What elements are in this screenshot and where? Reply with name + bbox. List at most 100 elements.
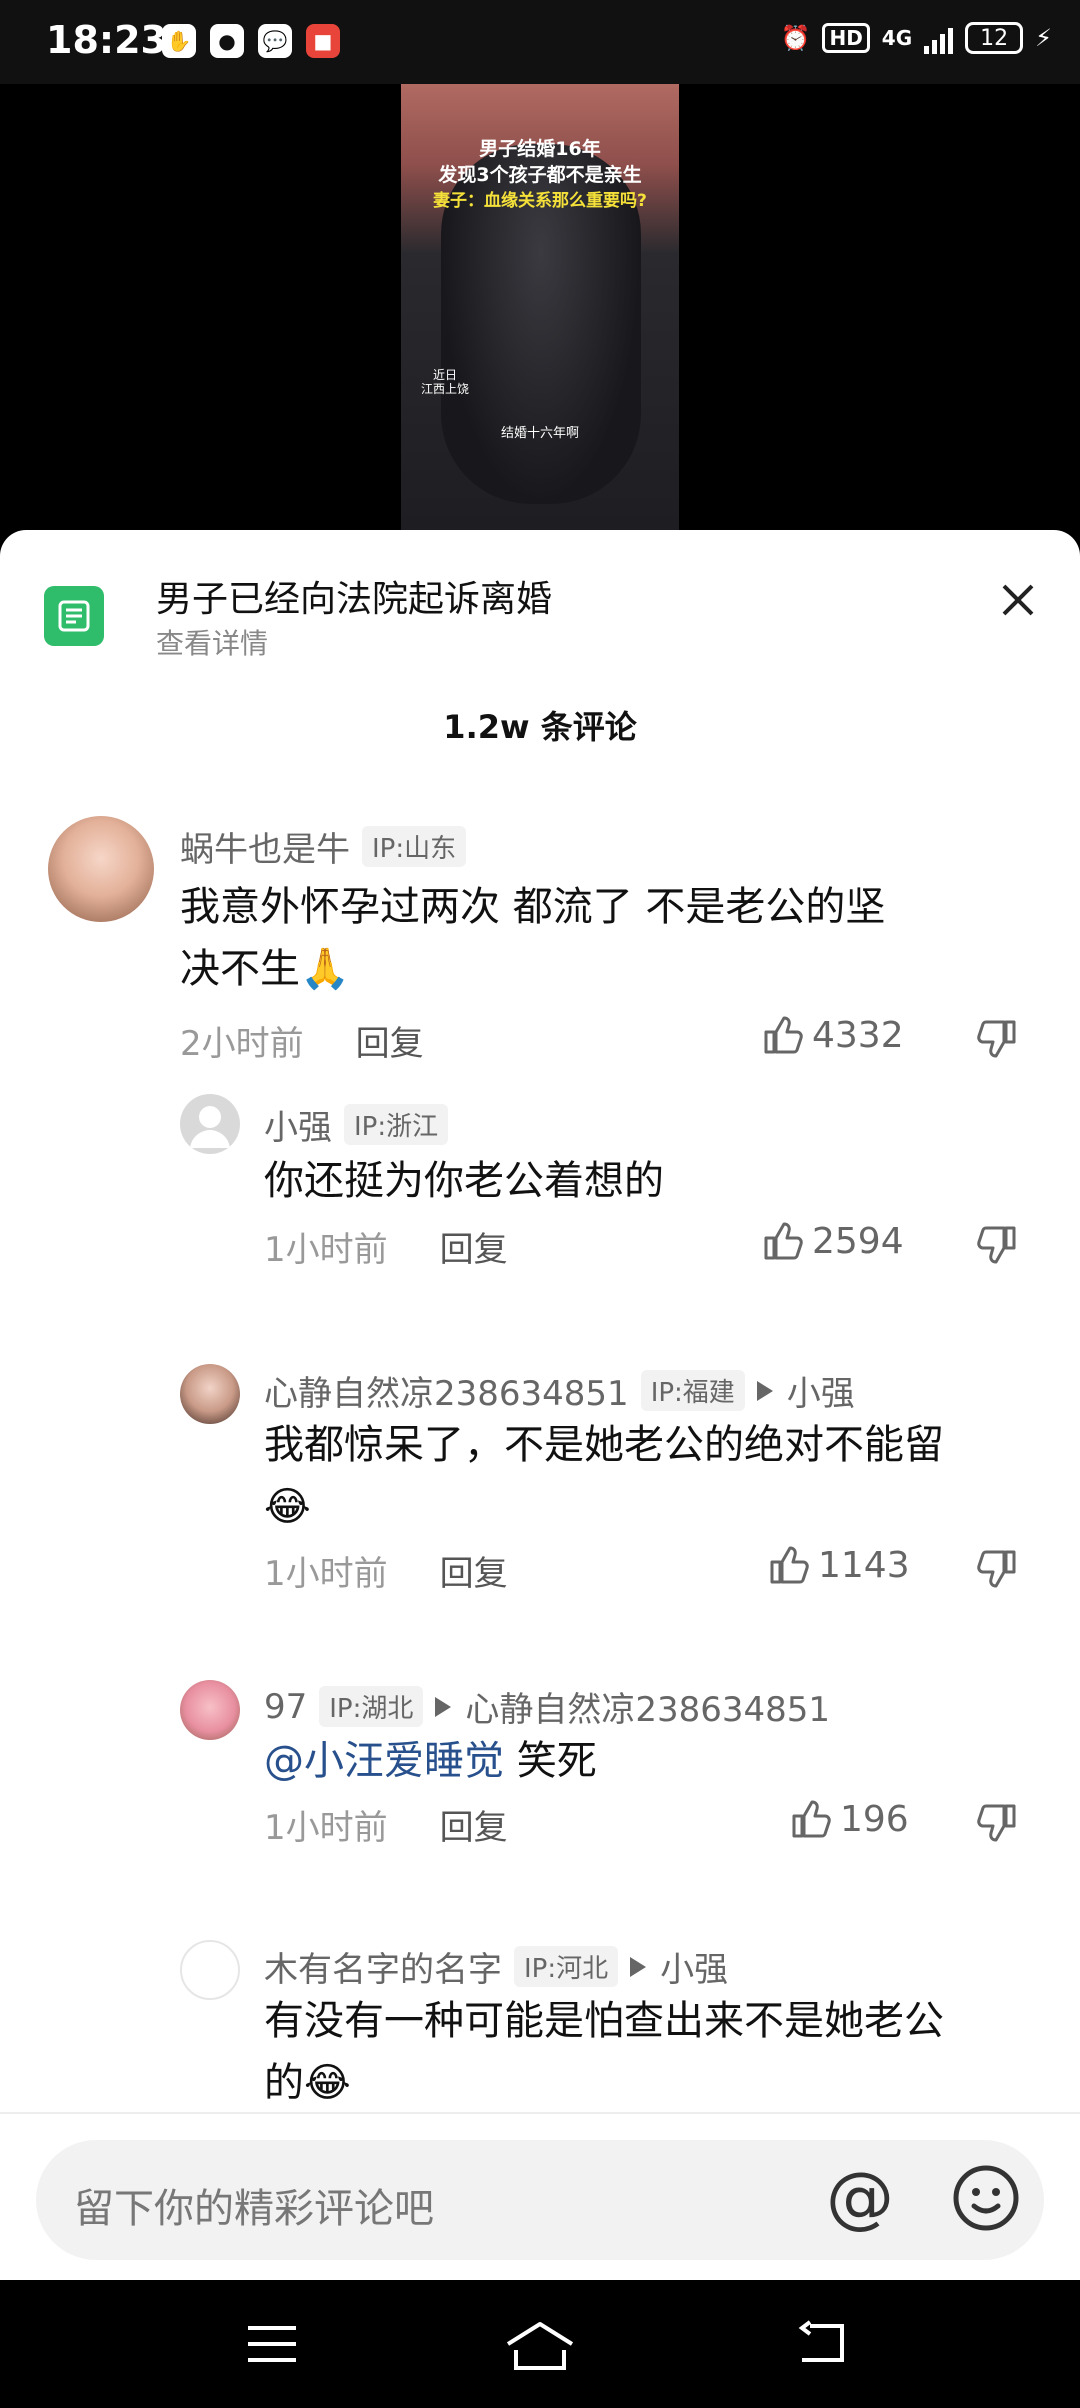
like-count: 2594 xyxy=(812,1220,904,1262)
reply-button[interactable]: 回复 xyxy=(356,1016,424,1065)
comment-time: 1小时前 xyxy=(264,1808,388,1848)
dislike-button[interactable] xyxy=(976,1018,1018,1064)
thumbs-up-icon xyxy=(792,1800,831,1838)
reply-item: 木有名字的名字 IP:河北 小强 有没有一种可能是怕查出来不是她老公 的😂 xyxy=(0,1880,1080,2112)
ip-badge: IP:河北 xyxy=(514,1946,619,1987)
like-button[interactable]: 196 xyxy=(790,1798,909,1840)
signal-icon xyxy=(924,22,954,54)
notification-icons: ✋ ● 💬 ■ xyxy=(162,24,340,58)
topic-title: 男子已经向法院起诉离婚 xyxy=(156,579,553,620)
app-notification-icon: ✋ xyxy=(162,24,196,58)
comment-author[interactable]: 97 IP:湖北 心静自然凉238634851 xyxy=(264,1682,830,1731)
reply-target-name[interactable]: 小强 xyxy=(787,1366,855,1415)
avatar[interactable] xyxy=(180,1364,240,1424)
comment-count: 1.2w 条评论 xyxy=(443,708,637,746)
reply-item: 心静自然凉238634851 IP:福建 小强 我都惊呆了，不是她老公的绝对不能… xyxy=(0,1310,1080,1630)
avatar[interactable] xyxy=(180,1940,240,2000)
thumbs-up-icon xyxy=(764,1222,803,1260)
author-name[interactable]: 蜗牛也是牛 xyxy=(180,822,350,871)
charging-icon: ⚡ xyxy=(1035,24,1052,52)
comment-text-line: 决不生🙏 xyxy=(180,946,350,992)
topic-header[interactable]: 男子已经向法院起诉离婚 查看详情 xyxy=(0,530,1080,670)
comment-text-line: 😂 xyxy=(264,1484,311,1530)
video-thumbnail[interactable]: 男子结婚16年 发现3个孩子都不是亲生 妻子：血缘关系那么重要吗? 近日 江西上… xyxy=(401,84,679,530)
red-app-icon: ■ xyxy=(306,24,340,58)
system-nav-bar xyxy=(0,2280,1080,2408)
reply-target[interactable]: 心静自然凉238634851 xyxy=(435,1682,830,1731)
close-icon xyxy=(1002,584,1034,616)
comment-time: 1小时前 xyxy=(264,1230,388,1270)
comment-text: @小汪爱睡觉 笑死 xyxy=(264,1730,1044,1792)
reply-arrow-icon xyxy=(756,1380,773,1401)
reply-item: 97 IP:湖北 心静自然凉238634851 @小汪爱睡觉 笑死 1小时前 回… xyxy=(0,1630,1080,1880)
ip-badge: IP:湖北 xyxy=(319,1686,424,1727)
comment-sheet: 男子已经向法院起诉离婚 查看详情 1.2w 条评论 蜗牛也是牛 IP:山东 我意… xyxy=(0,530,1080,2280)
ip-badge: IP:浙江 xyxy=(344,1104,449,1145)
video-location: 近日 江西上饶 xyxy=(421,368,469,396)
user-mention[interactable]: @小汪爱睡觉 xyxy=(264,1738,504,1784)
close-button[interactable] xyxy=(988,570,1048,630)
comment-author[interactable]: 木有名字的名字 IP:河北 小强 xyxy=(264,1942,728,1991)
video-location-line2: 江西上饶 xyxy=(421,382,470,396)
ip-badge: IP:山东 xyxy=(362,826,467,867)
reply-arrow-icon xyxy=(630,1956,647,1977)
reply-button[interactable]: 回复 xyxy=(440,1800,508,1849)
reply-button[interactable]: 回复 xyxy=(440,1546,508,1595)
battery-icon: 12 xyxy=(965,22,1024,54)
reply-target[interactable]: 小强 xyxy=(630,1942,728,1991)
avatar[interactable] xyxy=(48,816,154,922)
thumbs-down-icon xyxy=(977,1804,1016,1842)
topic-details-link[interactable]: 查看详情 xyxy=(156,622,268,662)
video-subtitle: 结婚十六年啊 xyxy=(500,426,579,441)
comment-text: 有没有一种可能是怕查出来不是她老公 的😂 xyxy=(264,1990,1054,2114)
alarm-icon: ⏰ xyxy=(780,24,811,52)
back-icon xyxy=(798,2320,844,2362)
author-name[interactable]: 小强 xyxy=(264,1100,332,1149)
back-button[interactable] xyxy=(796,2320,850,2372)
reply-target-name[interactable]: 心静自然凉238634851 xyxy=(465,1682,830,1731)
video-area[interactable]: 男子结婚16年 发现3个孩子都不是亲生 妻子：血缘关系那么重要吗? 近日 江西上… xyxy=(0,84,1080,530)
comment-input[interactable]: 留下你的精彩评论吧 @ xyxy=(36,2140,1044,2260)
reply-arrow-icon xyxy=(435,1696,452,1717)
document-icon xyxy=(44,586,104,646)
status-time: 18:23 xyxy=(46,18,167,62)
dislike-button[interactable] xyxy=(976,1802,1018,1848)
comment-text-line: 我都惊呆了，不是她老公的绝对不能留 xyxy=(264,1422,944,1468)
home-icon xyxy=(506,2322,574,2370)
thumbs-up-icon xyxy=(770,1546,809,1584)
message-icon: 💬 xyxy=(258,24,292,58)
dislike-button[interactable] xyxy=(976,1548,1018,1594)
emoji-icon xyxy=(953,2165,1019,2231)
comment-meta: 1小时前 回复 xyxy=(264,1222,508,1271)
like-button[interactable]: 2594 xyxy=(762,1220,904,1262)
author-name[interactable]: 97 xyxy=(264,1687,307,1727)
avatar[interactable] xyxy=(180,1094,240,1154)
avatar[interactable] xyxy=(180,1680,240,1740)
author-name[interactable]: 心静自然凉238634851 xyxy=(264,1366,629,1415)
like-button[interactable]: 4332 xyxy=(762,1014,904,1056)
emoji-button[interactable] xyxy=(950,2162,1022,2238)
comment-text-line: 笑死 xyxy=(504,1738,597,1784)
comment-meta: 1小时前 回复 xyxy=(264,1800,508,1849)
like-button[interactable]: 1143 xyxy=(768,1544,910,1586)
menu-button[interactable] xyxy=(246,2320,298,2372)
reply-target-name[interactable]: 小强 xyxy=(660,1942,728,1991)
wechat-icon: ● xyxy=(210,24,244,58)
comment-author[interactable]: 小强 IP:浙江 xyxy=(264,1100,449,1149)
comment-text-line: 有没有一种可能是怕查出来不是她老公 xyxy=(264,1998,944,2044)
network-type: 4G xyxy=(881,26,913,50)
home-button[interactable] xyxy=(504,2320,576,2376)
video-title-line1: 男子结婚16年 xyxy=(479,138,601,160)
author-name[interactable]: 木有名字的名字 xyxy=(264,1942,502,1991)
comment-text-line: 你还挺为你老公着想的 xyxy=(264,1158,664,1204)
reply-target[interactable]: 小强 xyxy=(756,1366,855,1415)
reply-button[interactable]: 回复 xyxy=(440,1222,508,1271)
comment-text: 你还挺为你老公着想的 xyxy=(264,1150,1044,1212)
dislike-button[interactable] xyxy=(976,1224,1018,1270)
comment-author[interactable]: 蜗牛也是牛 IP:山东 xyxy=(180,822,467,871)
video-location-line1: 近日 xyxy=(433,368,458,382)
menu-icon xyxy=(248,2326,296,2362)
comment-text: 我都惊呆了，不是她老公的绝对不能留 😂 xyxy=(264,1414,1054,1538)
comment-author[interactable]: 心静自然凉238634851 IP:福建 小强 xyxy=(264,1366,855,1415)
mention-button[interactable]: @ xyxy=(826,2158,894,2238)
